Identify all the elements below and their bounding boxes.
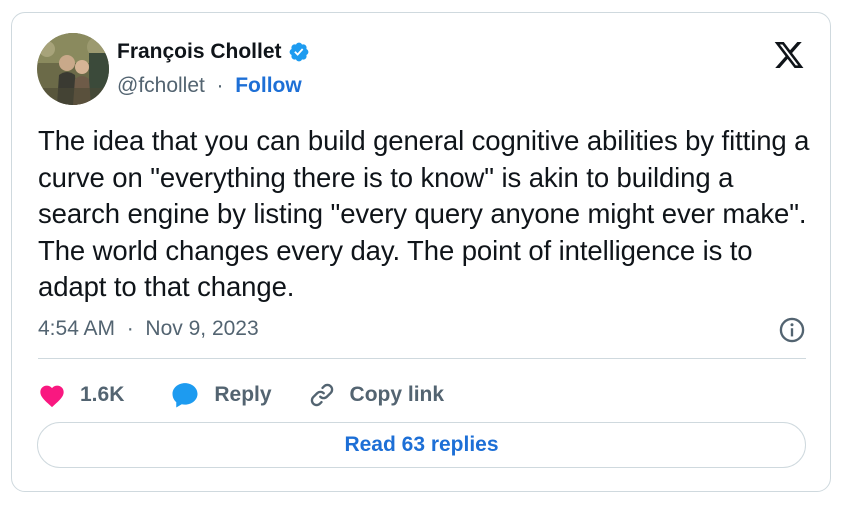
copy-link-label: Copy link (349, 383, 445, 406)
copy-link-button[interactable]: Copy link (308, 381, 445, 409)
handle-separator: · (210, 74, 230, 97)
date-separator: · (120, 317, 140, 340)
reply-button[interactable]: Reply (170, 380, 272, 410)
tweet-time[interactable]: 4:54 AM (38, 317, 115, 340)
avatar-photo-icon (37, 33, 109, 105)
tweet-card: François Chollet @fchollet · Follow The … (11, 12, 831, 492)
verified-badge-icon (289, 42, 308, 62)
tweet-text: The idea that you can build general cogn… (38, 125, 810, 302)
x-logo-icon[interactable] (772, 39, 806, 71)
tweet-date[interactable]: Nov 9, 2023 (145, 317, 258, 340)
divider (38, 358, 806, 359)
handle-row: @fchollet · Follow (117, 74, 302, 98)
read-replies-label: Read 63 replies (344, 433, 499, 456)
action-bar: 1.6K Reply Copy link (38, 377, 444, 413)
like-button[interactable]: 1.6K (38, 382, 124, 408)
info-icon[interactable] (778, 316, 806, 344)
avatar[interactable] (37, 33, 109, 105)
link-icon (310, 383, 333, 407)
follow-button[interactable]: Follow (235, 74, 302, 97)
reply-label: Reply (214, 383, 272, 406)
author-handle[interactable]: @fchollet (117, 74, 205, 97)
author-name-row[interactable]: François Chollet (117, 40, 310, 64)
tweet-timestamp[interactable]: 4:54 AM · Nov 9, 2023 (38, 317, 259, 341)
read-replies-button[interactable]: Read 63 replies (37, 422, 806, 468)
author-name[interactable]: François Chollet (117, 40, 282, 64)
like-count: 1.6K (80, 383, 125, 406)
heart-icon (40, 385, 64, 408)
speech-bubble-icon (172, 383, 198, 408)
